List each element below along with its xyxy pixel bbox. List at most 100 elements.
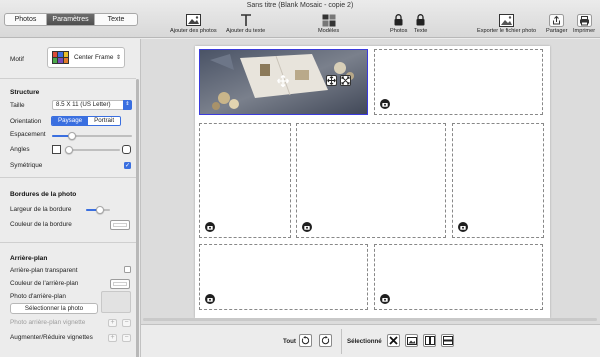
tab-texte[interactable]: Texte bbox=[95, 14, 137, 25]
photo-cell[interactable] bbox=[199, 123, 291, 238]
bg-photo-well[interactable] bbox=[101, 291, 131, 313]
bg-vignette-label: Photo arrière-plan vignette bbox=[10, 319, 86, 326]
spacing-slider[interactable] bbox=[52, 132, 132, 140]
rotate-right-icon[interactable] bbox=[319, 334, 332, 347]
spacing-slider-knob[interactable] bbox=[68, 132, 76, 140]
background-heading: Arrière-plan bbox=[10, 255, 48, 262]
divider bbox=[0, 177, 136, 178]
lock-icon bbox=[416, 13, 425, 27]
photo-cell[interactable] bbox=[199, 244, 368, 310]
angles-label: Angles bbox=[10, 146, 30, 153]
sidebar-scrollbar[interactable] bbox=[136, 79, 139, 357]
camera-icon[interactable] bbox=[205, 222, 215, 232]
symmetric-label: Symétrique bbox=[10, 162, 43, 169]
photo-cell[interactable] bbox=[374, 244, 543, 310]
lock-photos-button[interactable]: Photos bbox=[390, 13, 407, 34]
window-title: Sans titre (Blank Mosaic - copie 2) bbox=[246, 2, 354, 9]
export-button[interactable]: Exporter le fichier photo bbox=[477, 13, 536, 34]
chevron-updown-icon: ⇕ bbox=[123, 100, 132, 110]
printer-icon bbox=[576, 13, 592, 27]
print-button[interactable]: Imprimer bbox=[573, 13, 595, 34]
plus-icon[interactable]: + bbox=[108, 319, 117, 327]
delete-icon[interactable] bbox=[387, 334, 400, 347]
canvas-scrollbar[interactable] bbox=[143, 318, 597, 321]
orientation-landscape[interactable]: Paysage bbox=[52, 117, 89, 125]
transparent-bg-checkbox[interactable] bbox=[124, 266, 131, 273]
tab-group: Photos Paramètres Texte bbox=[4, 13, 138, 26]
motif-select[interactable]: Center Frame ⇕ bbox=[47, 47, 125, 68]
canvas-area bbox=[141, 39, 600, 324]
export-image-icon bbox=[499, 13, 515, 27]
orientation-portrait[interactable]: Portrait bbox=[88, 117, 121, 125]
swap-icon[interactable] bbox=[326, 75, 337, 86]
add-photos-button[interactable]: Ajouter des photos bbox=[170, 13, 217, 34]
models-button[interactable]: Modèles bbox=[318, 13, 339, 34]
select-photo-button[interactable]: Sélectionner la photo bbox=[10, 303, 98, 314]
bg-color-well[interactable] bbox=[110, 279, 130, 289]
size-label: Taille bbox=[10, 102, 25, 109]
rotate-left-icon[interactable] bbox=[299, 334, 312, 347]
angles-slider-knob[interactable] bbox=[64, 146, 73, 154]
bg-color-label: Couleur de l'arrière-plan bbox=[10, 280, 79, 287]
camera-icon[interactable] bbox=[205, 294, 215, 304]
toolbar: Sans titre (Blank Mosaic - copie 2) Phot… bbox=[0, 0, 600, 38]
minus-icon[interactable]: − bbox=[122, 334, 131, 342]
fit-icon[interactable] bbox=[340, 75, 351, 86]
camera-icon[interactable] bbox=[380, 99, 390, 109]
photo-cell-selected[interactable] bbox=[199, 49, 368, 115]
tab-photos[interactable]: Photos bbox=[5, 14, 47, 25]
models-label: Modèles bbox=[318, 28, 340, 34]
lock-photos-label: Photos bbox=[390, 28, 408, 34]
layout-icon bbox=[322, 13, 336, 27]
size-select[interactable]: 8.5 X 11 (US Letter) ⇕ bbox=[52, 100, 132, 110]
share-icon bbox=[549, 13, 565, 27]
move-icon[interactable] bbox=[277, 75, 289, 87]
tab-parametres[interactable]: Paramètres bbox=[47, 14, 95, 25]
camera-icon[interactable] bbox=[302, 222, 312, 232]
plus-icon[interactable]: + bbox=[108, 334, 117, 342]
camera-icon[interactable] bbox=[380, 294, 390, 304]
structure-heading: Structure bbox=[10, 89, 40, 96]
transparent-bg-label: Arrière-plan transparent bbox=[10, 267, 78, 274]
settings-sidebar: Motif Center Frame ⇕ Structure Taille 8.… bbox=[0, 39, 141, 357]
photo-cell[interactable] bbox=[296, 123, 446, 238]
orientation-control: Paysage Portrait bbox=[51, 116, 122, 126]
border-color-label: Couleur de la bordure bbox=[10, 221, 72, 228]
motif-label: Motif bbox=[10, 56, 24, 63]
bg-photo-label: Photo d'arrière-plan bbox=[10, 293, 66, 300]
divider bbox=[0, 242, 136, 243]
replace-image-icon[interactable] bbox=[405, 334, 418, 347]
mosaic-page bbox=[195, 46, 550, 318]
orientation-label: Orientation bbox=[10, 118, 42, 125]
borders-heading: Bordures de la photo bbox=[10, 191, 77, 198]
share-button[interactable]: Partager bbox=[546, 13, 567, 34]
border-width-slider[interactable] bbox=[86, 206, 110, 214]
export-label: Exporter le fichier photo bbox=[477, 28, 537, 34]
photo-cell[interactable] bbox=[452, 123, 544, 238]
print-label: Imprimer bbox=[573, 28, 596, 34]
border-width-slider-knob[interactable] bbox=[96, 206, 105, 214]
photo-cell[interactable] bbox=[374, 49, 543, 115]
resize-thumbs-label: Augmenter/Réduire vignettes bbox=[10, 334, 93, 341]
add-text-label: Ajouter du texte bbox=[226, 28, 266, 34]
add-photos-label: Ajouter des photos bbox=[170, 28, 217, 34]
angles-slider[interactable] bbox=[64, 146, 120, 154]
all-label: Tout bbox=[283, 338, 296, 345]
image-icon bbox=[185, 13, 201, 27]
symmetric-checkbox[interactable]: ✓ bbox=[124, 162, 131, 169]
lock-text-button[interactable]: Texte bbox=[414, 13, 427, 34]
motif-value: Center Frame bbox=[74, 54, 114, 61]
add-text-button[interactable]: Ajouter du texte bbox=[226, 13, 265, 34]
split-horizontal-icon[interactable] bbox=[441, 334, 454, 347]
motif-thumbnail bbox=[52, 51, 69, 64]
divider bbox=[0, 78, 136, 79]
spacing-label: Espacement bbox=[10, 131, 46, 138]
split-vertical-icon[interactable] bbox=[423, 334, 436, 347]
size-value: 8.5 X 11 (US Letter) bbox=[56, 101, 111, 108]
divider bbox=[341, 329, 342, 354]
border-color-well[interactable] bbox=[110, 220, 130, 230]
share-label: Partager bbox=[546, 28, 568, 34]
minus-icon[interactable]: − bbox=[122, 319, 131, 327]
rounded-corner-icon bbox=[122, 145, 131, 154]
camera-icon[interactable] bbox=[458, 222, 468, 232]
